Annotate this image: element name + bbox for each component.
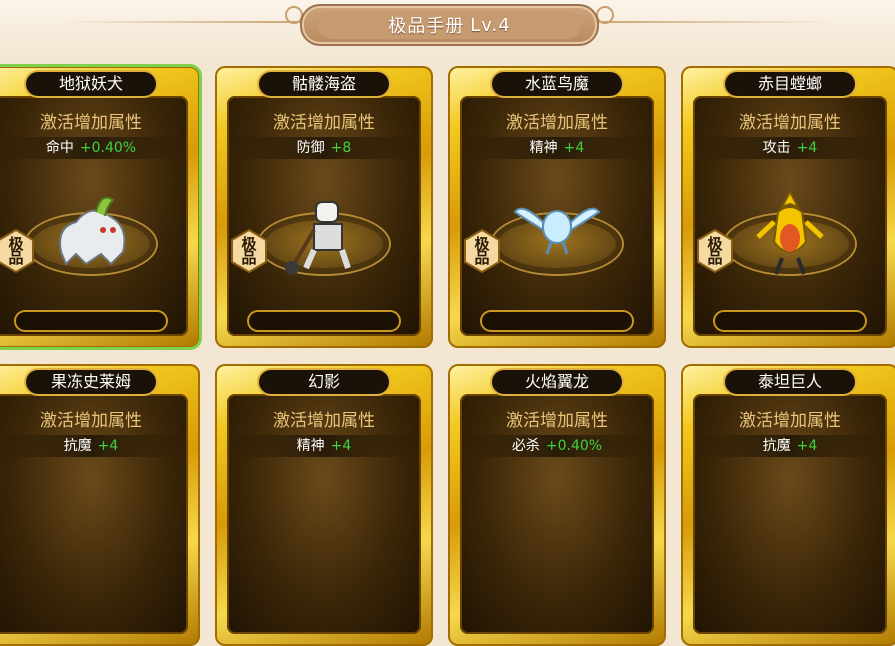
card-bottom-bar: [482, 312, 632, 330]
card-panel: 激活增加属性 必杀 +0.40%: [460, 394, 654, 634]
skeleton-icon: [274, 182, 374, 282]
attr-row: 精神 +4: [460, 137, 654, 159]
card-fire-wyvern[interactable]: 激活增加属性 必杀 +0.40% 火焰翼龙: [448, 364, 666, 646]
activate-label: 激活增加属性: [273, 411, 375, 431]
monster-name: 幻影: [259, 370, 389, 394]
attr-name: 命中: [45, 140, 74, 156]
premium-badge-icon: 极品: [0, 228, 36, 274]
attr-value: +8: [330, 140, 352, 156]
attr-value: +4: [796, 140, 818, 156]
page-title: 极品手册: [388, 16, 465, 37]
attr-value: +0.40%: [545, 438, 603, 454]
premium-badge-icon: 极品: [695, 228, 735, 274]
banner-line-right: [585, 21, 835, 23]
card-blue-bird-demon[interactable]: 激活增加属性 精神 +4 极品 水蓝鸟魔: [448, 66, 666, 348]
monster-name: 水蓝鸟魔: [492, 72, 622, 96]
attr-name: 精神: [296, 438, 325, 454]
card-titan-giant[interactable]: 激活增加属性 抗魔 +4 泰坦巨人: [681, 364, 895, 646]
card-panel: 激活增加属性 命中 +0.40% 极品: [0, 96, 188, 336]
card-panel: 激活增加属性 精神 +4: [227, 394, 421, 634]
attr-row: 必杀 +0.40%: [460, 435, 654, 457]
attr-name: 防御: [296, 140, 325, 156]
attr-name: 抗魔: [63, 438, 92, 454]
attr-value: +4: [796, 438, 818, 454]
attr-row: 抗魔 +4: [693, 435, 887, 457]
monster-name: 骷髅海盗: [259, 72, 389, 96]
activate-label: 激活增加属性: [40, 411, 142, 431]
monster-name: 地狱妖犬: [26, 72, 156, 96]
activate-label: 激活增加属性: [506, 411, 608, 431]
monster-name: 泰坦巨人: [725, 370, 855, 394]
attr-row: 攻击 +4: [693, 137, 887, 159]
card-panel: 激活增加属性 精神 +4 极品: [460, 96, 654, 336]
card-hell-hound[interactable]: 激活增加属性 命中 +0.40% 极品 地狱妖犬: [0, 64, 202, 350]
premium-badge-icon: 极品: [229, 228, 269, 274]
card-red-eye-mantis[interactable]: 激活增加属性 攻击 +4 极品 赤目螳螂: [681, 66, 895, 348]
card-panel: 激活增加属性 抗魔 +4: [0, 394, 188, 634]
card-panel: 激活增加属性 抗魔 +4: [693, 394, 887, 634]
activate-label: 激活增加属性: [273, 113, 375, 133]
monster-name: 赤目螳螂: [725, 72, 855, 96]
activate-label: 激活增加属性: [506, 113, 608, 133]
monster-name: 火焰翼龙: [492, 370, 622, 394]
attr-row: 命中 +0.40%: [0, 137, 188, 159]
attr-name: 必杀: [511, 438, 540, 454]
attr-name: 精神: [529, 140, 558, 156]
title-banner: 极品手册 Lv.4: [0, 0, 895, 52]
activate-label: 激活增加属性: [739, 113, 841, 133]
attr-row: 防御 +8: [227, 137, 421, 159]
badge-label: 极品: [474, 235, 490, 267]
attr-value: +0.40%: [79, 140, 137, 156]
attr-name: 攻击: [762, 140, 791, 156]
card-phantom[interactable]: 激活增加属性 精神 +4 幻影: [215, 364, 433, 646]
attr-value: +4: [330, 438, 352, 454]
attr-row: 精神 +4: [227, 435, 421, 457]
activate-label: 激活增加属性: [40, 113, 142, 133]
premium-badge-icon: 极品: [462, 228, 502, 274]
attr-row: 抗魔 +4: [0, 435, 188, 457]
yellow-mantis-icon: [740, 182, 840, 282]
monster-name: 果冻史莱姆: [26, 370, 156, 394]
card-panel: 激活增加属性 防御 +8 极品: [227, 96, 421, 336]
title-plaque: 极品手册 Lv.4: [300, 4, 599, 46]
attr-value: +4: [563, 140, 585, 156]
card-panel: 激活增加属性 攻击 +4 极品: [693, 96, 887, 336]
page-level: Lv.4: [470, 14, 511, 36]
card-bottom-bar: [16, 312, 166, 330]
activate-label: 激活增加属性: [739, 411, 841, 431]
card-jelly-slime[interactable]: 激活增加属性 抗魔 +4 果冻史莱姆: [0, 364, 200, 646]
blue-bird-icon: [507, 182, 607, 282]
badge-label: 极品: [8, 235, 24, 267]
card-skeleton-pirate[interactable]: 激活增加属性 防御 +8 极品 骷髅海盗: [215, 66, 433, 348]
attr-value: +4: [97, 438, 119, 454]
card-bottom-bar: [249, 312, 399, 330]
banner-line-left: [60, 21, 310, 23]
attr-name: 抗魔: [762, 438, 791, 454]
card-bottom-bar: [715, 312, 865, 330]
badge-label: 极品: [241, 235, 257, 267]
badge-label: 极品: [707, 235, 723, 267]
white-beast-icon: [41, 182, 141, 282]
